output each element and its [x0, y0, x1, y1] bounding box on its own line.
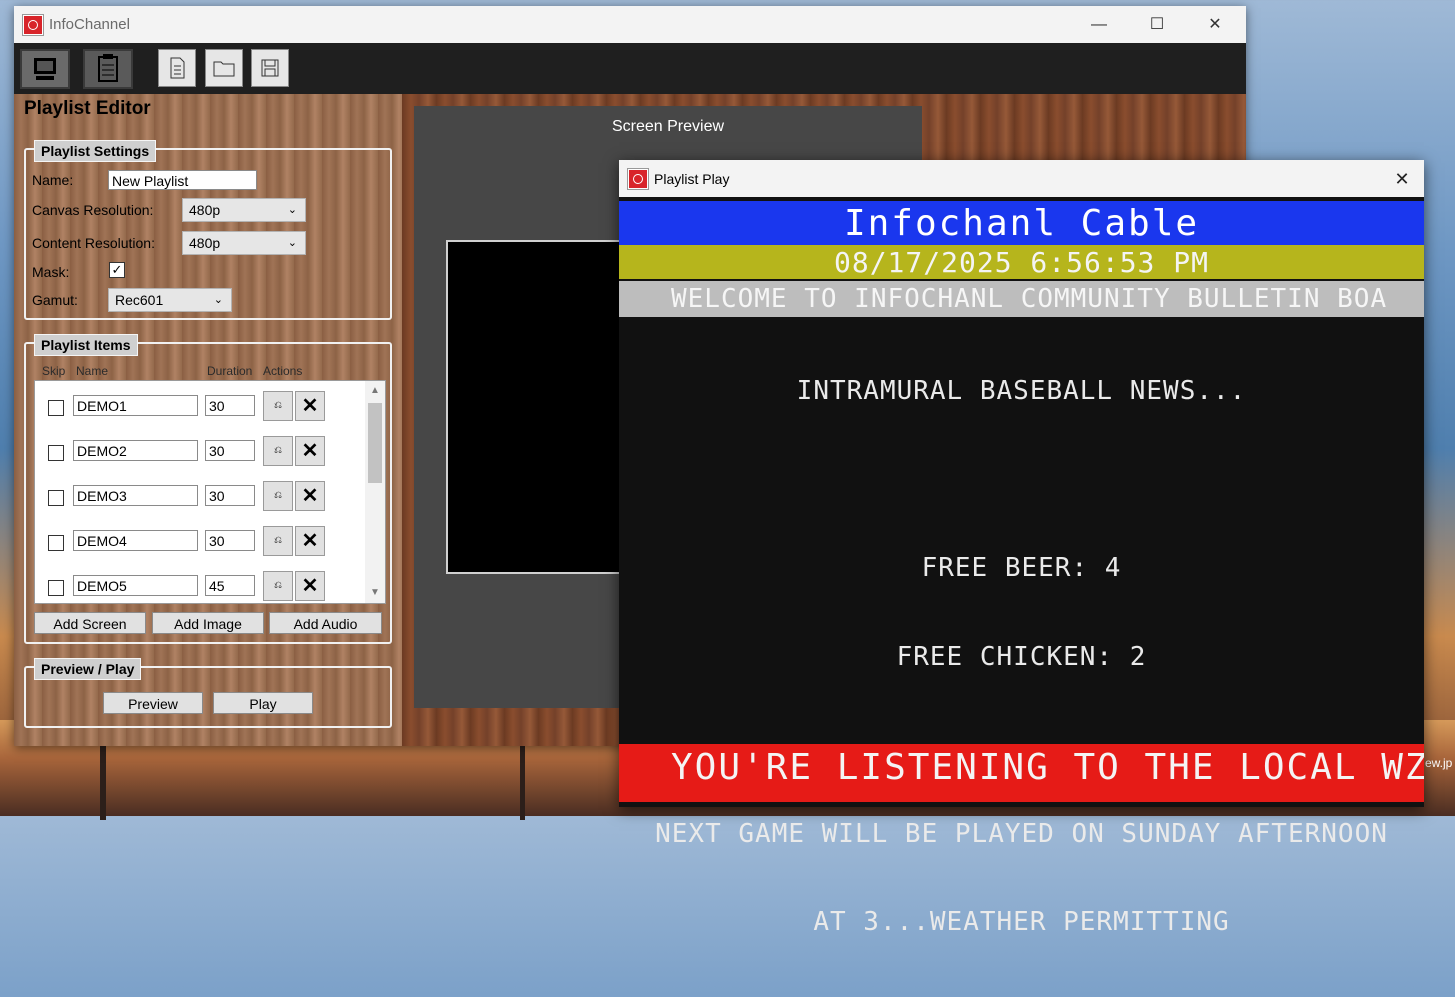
bulletin-line: AT 3...WEATHER PERMITTING: [813, 907, 1230, 937]
item-name-input[interactable]: DEMO5: [73, 575, 198, 596]
add-image-button[interactable]: Add Image: [152, 612, 264, 634]
playlist-items-legend: Playlist Items: [34, 334, 138, 356]
edit-item-button[interactable]: ⎌: [263, 481, 293, 511]
item-duration-input[interactable]: 30: [205, 395, 255, 416]
edit-item-button[interactable]: ⎌: [263, 571, 293, 601]
canvas-resolution-label: Canvas Resolution:: [32, 202, 154, 218]
delete-item-button[interactable]: ✕: [295, 481, 325, 511]
screen-preview-title: Screen Preview: [611, 118, 725, 135]
bottom-ticker: YOU'RE LISTENING TO THE LOCAL WZ: [619, 744, 1424, 802]
open-folder-icon[interactable]: [205, 49, 243, 87]
playlist-name-input[interactable]: New Playlist: [108, 170, 257, 190]
window-title: InfoChannel: [49, 16, 130, 33]
title-bar[interactable]: InfoChannel — ☐ ✕: [14, 6, 1246, 43]
canvas-resolution-select[interactable]: 480p ⌄: [182, 198, 306, 222]
preview-play-group: Preview / Play Preview Play: [24, 658, 392, 728]
scrollbar-thumb[interactable]: [368, 403, 382, 483]
channel-banner: Infochanl Cable: [619, 201, 1424, 245]
column-header-name: Name: [76, 364, 109, 378]
list-scrollbar[interactable]: ▲ ▼: [365, 381, 385, 603]
skip-checkbox[interactable]: [48, 445, 64, 461]
preview-button[interactable]: Preview: [103, 692, 203, 714]
skip-checkbox[interactable]: [48, 580, 64, 596]
list-item: DEMO2 30 ⎌ ✕: [35, 436, 365, 481]
column-header-duration: Duration: [207, 364, 253, 378]
datetime-band: 08/17/2025 6:56:53 PM: [619, 245, 1424, 279]
playlist-settings-legend: Playlist Settings: [34, 140, 157, 162]
monitor-icon[interactable]: [20, 49, 70, 89]
skip-checkbox[interactable]: [48, 400, 64, 416]
content-resolution-select[interactable]: 480p ⌄: [182, 231, 306, 255]
skip-checkbox[interactable]: [48, 490, 64, 506]
close-button[interactable]: ✕: [1186, 6, 1244, 43]
delete-item-button[interactable]: ✕: [295, 526, 325, 556]
bulletin-line: FREE CHICKEN: 2: [896, 641, 1147, 672]
bulletin-body: INTRAMURAL BASEBALL NEWS... FREE BEER: 4…: [619, 318, 1424, 997]
list-item: DEMO3 30 ⎌ ✕: [35, 481, 365, 526]
delete-item-button[interactable]: ✕: [295, 391, 325, 421]
edit-item-button[interactable]: ⎌: [263, 526, 293, 556]
close-button[interactable]: ✕: [1390, 167, 1414, 191]
delete-item-button[interactable]: ✕: [295, 571, 325, 601]
item-name-input[interactable]: DEMO4: [73, 530, 198, 551]
mask-checkbox[interactable]: ✓: [109, 262, 125, 278]
maximize-button[interactable]: ☐: [1128, 6, 1186, 43]
playlist-items-group: Playlist Items Skip Name Duration Action…: [24, 334, 392, 644]
minimize-button[interactable]: —: [1070, 6, 1128, 43]
gamut-value: Rec601: [115, 292, 164, 308]
item-name-input[interactable]: DEMO3: [73, 485, 198, 506]
page-title: Playlist Editor: [24, 98, 151, 119]
item-duration-input[interactable]: 30: [205, 530, 255, 551]
bulletin-line: NEXT GAME WILL BE PLAYED ON SUNDAY AFTER…: [655, 818, 1388, 849]
mask-label: Mask:: [32, 264, 70, 280]
bulletin-line: INTRAMURAL BASEBALL NEWS...: [796, 376, 1247, 406]
scroll-up-icon[interactable]: ▲: [365, 385, 385, 396]
app-logo-icon: [627, 168, 649, 190]
save-icon[interactable]: [251, 49, 289, 87]
scroll-down-icon[interactable]: ▼: [365, 587, 385, 598]
clipboard-icon[interactable]: [83, 49, 133, 89]
content-resolution-value: 480p: [189, 235, 221, 251]
toolbar: [14, 43, 1246, 94]
chevron-down-icon: ⌄: [213, 294, 223, 306]
play-window-title: Playlist Play: [654, 171, 730, 187]
play-button[interactable]: Play: [213, 692, 313, 714]
edit-item-button[interactable]: ⎌: [263, 436, 293, 466]
column-header-actions: Actions: [263, 364, 303, 378]
delete-item-button[interactable]: ✕: [295, 436, 325, 466]
item-name-input[interactable]: DEMO1: [73, 395, 198, 416]
gamut-select[interactable]: Rec601 ⌄: [108, 288, 232, 312]
playlist-play-window: Playlist Play ✕ Infochanl Cable 08/17/20…: [619, 160, 1424, 937]
list-item: DEMO1 30 ⎌ ✕: [35, 391, 365, 436]
chevron-down-icon: ⌄: [287, 204, 297, 216]
canvas-resolution-value: 480p: [189, 202, 221, 218]
item-duration-input[interactable]: 45: [205, 575, 255, 596]
content-resolution-label: Content Resolution:: [32, 235, 155, 251]
list-item: DEMO4 30 ⎌ ✕: [35, 526, 365, 571]
edit-item-button[interactable]: ⎌: [263, 391, 293, 421]
gamut-label: Gamut:: [32, 292, 78, 308]
item-name-input[interactable]: DEMO2: [73, 440, 198, 461]
bulletin-line: [619, 466, 1424, 496]
add-screen-button[interactable]: Add Screen: [34, 612, 146, 634]
item-duration-input[interactable]: 30: [205, 440, 255, 461]
add-audio-button[interactable]: Add Audio: [269, 612, 382, 634]
new-file-icon[interactable]: [158, 49, 196, 87]
playlist-settings-group: Playlist Settings Name: New Playlist Can…: [24, 140, 392, 320]
app-logo-icon: [22, 14, 44, 36]
preview-play-legend: Preview / Play: [34, 658, 142, 680]
list-item: DEMO5 45 ⎌ ✕: [35, 571, 365, 603]
name-label: Name:: [32, 172, 74, 188]
item-duration-input[interactable]: 30: [205, 485, 255, 506]
column-header-skip: Skip: [42, 364, 66, 378]
skip-checkbox[interactable]: [48, 535, 64, 551]
desktop-file-label[interactable]: ew.jp: [1425, 756, 1452, 770]
chevron-down-icon: ⌄: [287, 237, 297, 249]
playlist-items-list[interactable]: DEMO1 30 ⎌ ✕ DEMO2 30 ⎌ ✕ DEMO3 30 ⎌ ✕ D…: [34, 380, 386, 604]
playlist-editor-pane: Playlist Editor Playlist Settings Name: …: [14, 94, 402, 746]
top-ticker: WELCOME TO INFOCHANL COMMUNITY BULLETIN …: [619, 281, 1424, 317]
play-title-bar[interactable]: Playlist Play ✕: [619, 160, 1424, 197]
bulletin-line: FREE BEER: 4: [921, 553, 1122, 583]
